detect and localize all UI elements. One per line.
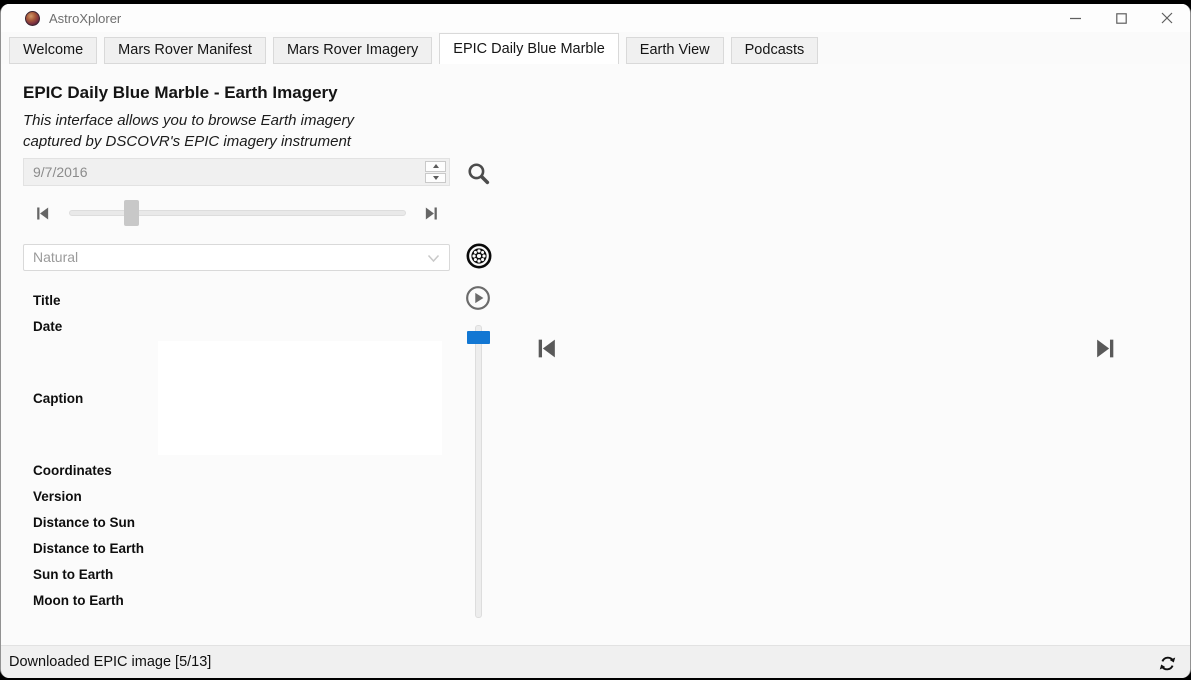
search-button[interactable] xyxy=(465,160,491,186)
status-text: Downloaded EPIC image [5/13] xyxy=(9,654,211,670)
maximize-button[interactable] xyxy=(1098,4,1144,32)
window-title: AstroXplorer xyxy=(49,11,121,26)
title-bar: AstroXplorer xyxy=(1,4,1190,32)
chevron-down-icon xyxy=(427,254,440,263)
field-label-title: Title xyxy=(33,293,61,308)
close-icon xyxy=(1161,12,1173,24)
play-button[interactable] xyxy=(465,285,491,311)
date-input[interactable]: 9/7/2016 xyxy=(23,158,450,186)
tab-epic-daily-blue-marble[interactable]: EPIC Daily Blue Marble xyxy=(439,33,619,64)
color-mode-dropdown[interactable]: Natural xyxy=(23,244,450,271)
field-label-date: Date xyxy=(33,319,62,334)
window-controls xyxy=(1052,4,1190,32)
field-label-sun-to-earth: Sun to Earth xyxy=(33,567,113,582)
tab-mars-rover-manifest[interactable]: Mars Rover Manifest xyxy=(104,37,266,64)
field-label-distance-to-sun: Distance to Sun xyxy=(33,515,135,530)
field-label-distance-to-earth: Distance to Earth xyxy=(33,541,144,556)
page-subtitle: This interface allows you to browse Eart… xyxy=(23,110,354,152)
spinner-down-button[interactable] xyxy=(425,173,446,184)
maximize-icon xyxy=(1116,13,1127,24)
skip-to-start-icon xyxy=(34,205,51,222)
spinner-up-button[interactable] xyxy=(425,161,446,172)
previous-image-button[interactable] xyxy=(533,335,559,361)
minimize-button[interactable] xyxy=(1052,4,1098,32)
page-subtitle-line1: This interface allows you to browse Eart… xyxy=(23,110,354,131)
play-icon xyxy=(465,285,491,311)
image-slider[interactable] xyxy=(467,325,490,618)
tab-earth-view[interactable]: Earth View xyxy=(626,37,724,64)
image-slider-track[interactable] xyxy=(475,325,482,618)
next-image-icon xyxy=(1093,336,1118,361)
skip-to-start-button[interactable] xyxy=(33,204,51,222)
triangle-up-icon xyxy=(433,164,439,168)
skip-to-end-button[interactable] xyxy=(422,204,440,222)
color-mode-selected: Natural xyxy=(33,249,78,265)
page-subtitle-line2: captured by DSCOVR's EPIC imagery instru… xyxy=(23,131,354,152)
field-label-moon-to-earth: Moon to Earth xyxy=(33,593,124,608)
field-label-caption: Caption xyxy=(33,391,83,406)
date-spinner xyxy=(425,161,446,183)
date-slider-handle[interactable] xyxy=(124,200,139,226)
tab-welcome[interactable]: Welcome xyxy=(9,37,97,64)
date-slider-track[interactable] xyxy=(69,210,406,216)
tab-mars-rover-imagery[interactable]: Mars Rover Imagery xyxy=(273,37,432,64)
status-bar: Downloaded EPIC image [5/13] xyxy=(1,645,1190,678)
search-icon xyxy=(466,161,491,186)
caption-textbox[interactable] xyxy=(158,341,442,455)
field-label-version: Version xyxy=(33,489,82,504)
triangle-down-icon xyxy=(433,176,439,180)
tab-podcasts[interactable]: Podcasts xyxy=(731,37,819,64)
next-image-button[interactable] xyxy=(1092,335,1118,361)
skip-to-end-icon xyxy=(423,205,440,222)
page-title: EPIC Daily Blue Marble - Earth Imagery xyxy=(23,83,338,103)
refresh-icon xyxy=(1157,653,1178,674)
close-button[interactable] xyxy=(1144,4,1190,32)
film-reel-icon xyxy=(466,243,492,269)
minimize-icon xyxy=(1070,13,1081,24)
date-slider[interactable] xyxy=(69,200,406,226)
refresh-button[interactable] xyxy=(1156,652,1178,674)
film-reel-button[interactable] xyxy=(466,243,492,269)
date-input-value: 9/7/2016 xyxy=(33,164,88,180)
app-window: AstroXplorer Welcome Mars Rover Manifest… xyxy=(0,4,1191,678)
image-slider-handle[interactable] xyxy=(467,331,490,344)
field-label-coordinates: Coordinates xyxy=(33,463,112,478)
previous-image-icon xyxy=(534,336,559,361)
planet-icon xyxy=(25,11,40,26)
tab-strip: Welcome Mars Rover Manifest Mars Rover I… xyxy=(1,32,1190,64)
